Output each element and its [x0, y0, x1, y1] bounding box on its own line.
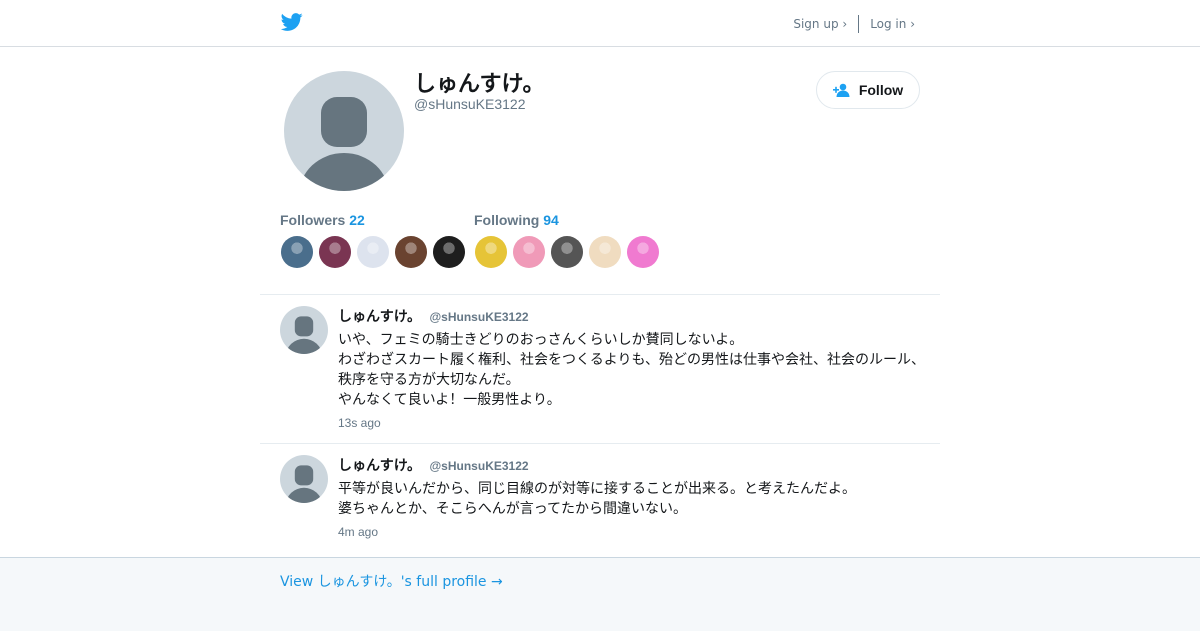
- tweet-author-name[interactable]: しゅんすけ。: [338, 458, 421, 474]
- login-link[interactable]: Log in ›: [870, 17, 915, 31]
- tweet-author-handle[interactable]: @sHunsuKE3122: [429, 310, 528, 324]
- following-avatar[interactable]: [475, 236, 507, 268]
- tweet-author-handle[interactable]: @sHunsuKE3122: [429, 459, 528, 473]
- tweet-text: いや、フェミの騎士きどりのおっさんくらいしか賛同しないよ。 わざわざスカート履く…: [338, 330, 925, 410]
- following-avatar[interactable]: [551, 236, 583, 268]
- add-person-icon: [832, 83, 850, 97]
- tweet-author-name[interactable]: しゅんすけ。: [338, 309, 421, 325]
- divider: [260, 443, 940, 444]
- default-avatar-icon: [299, 97, 389, 191]
- profile-name: しゅんすけ。: [414, 72, 545, 97]
- tweet-timestamp[interactable]: 13s ago: [338, 416, 381, 430]
- nav-divider: [858, 15, 860, 33]
- profile-avatar[interactable]: [284, 71, 404, 191]
- follower-avatar[interactable]: [433, 236, 465, 268]
- tweet-line: 婆ちゃんとか、そこらへんが言ってたから間違いない。: [338, 501, 688, 517]
- signup-link[interactable]: Sign up ›: [793, 17, 847, 31]
- follower-avatar[interactable]: [357, 236, 389, 268]
- auth-links: Sign up › Log in ›: [793, 15, 915, 33]
- default-avatar-icon: [286, 465, 322, 503]
- followers-stat[interactable]: Followers 22: [280, 212, 365, 228]
- following-avatars: [475, 236, 665, 268]
- footer: View しゅんすけ。's full profile →: [0, 557, 1200, 631]
- follower-avatar[interactable]: [319, 236, 351, 268]
- follower-avatar[interactable]: [395, 236, 427, 268]
- profile-handle: @sHunsuKE3122: [414, 96, 526, 112]
- top-bar: Sign up › Log in ›: [0, 0, 1200, 47]
- followers-label: Followers: [280, 212, 346, 228]
- full-profile-link[interactable]: View しゅんすけ。's full profile →: [280, 571, 503, 591]
- following-avatar[interactable]: [627, 236, 659, 268]
- divider: [260, 294, 940, 295]
- followers-count: 22: [349, 212, 365, 228]
- twitter-bird-icon[interactable]: [280, 11, 304, 33]
- tweet-line: いや、フェミの騎士きどりのおっさんくらいしか賛同しないよ。: [338, 332, 744, 348]
- following-label: Following: [474, 212, 540, 228]
- tweet-avatar[interactable]: [280, 455, 328, 503]
- tweet-avatar[interactable]: [280, 306, 328, 354]
- following-avatar[interactable]: [513, 236, 545, 268]
- follower-avatar[interactable]: [281, 236, 313, 268]
- tweet-header: しゅんすけ。 @sHunsuKE3122: [338, 455, 529, 475]
- following-count: 94: [543, 212, 559, 228]
- following-stat[interactable]: Following 94: [474, 212, 559, 228]
- follow-button[interactable]: Follow: [816, 71, 920, 109]
- followers-avatars: [281, 236, 471, 268]
- tweet-line: 秩序を守る方が大切なんだ。: [338, 372, 520, 388]
- tweet-line: わざわざスカート履く権利、社会をつくるよりも、殆どの男性は仕事や会社、社会のルー…: [338, 352, 926, 368]
- tweet-line: 平等が良いんだから、同じ目線のが対等に接することが出来る。と考えたんだよ。: [338, 481, 856, 497]
- following-avatar[interactable]: [589, 236, 621, 268]
- tweet-timestamp[interactable]: 4m ago: [338, 525, 378, 539]
- tweet-text: 平等が良いんだから、同じ目線のが対等に接することが出来る。と考えたんだよ。 婆ち…: [338, 479, 856, 519]
- tweet-line: やんなくて良いよ！一般男性より。: [338, 392, 561, 408]
- follow-label: Follow: [858, 82, 904, 98]
- default-avatar-icon: [286, 316, 322, 354]
- tweet-header: しゅんすけ。 @sHunsuKE3122: [338, 306, 529, 326]
